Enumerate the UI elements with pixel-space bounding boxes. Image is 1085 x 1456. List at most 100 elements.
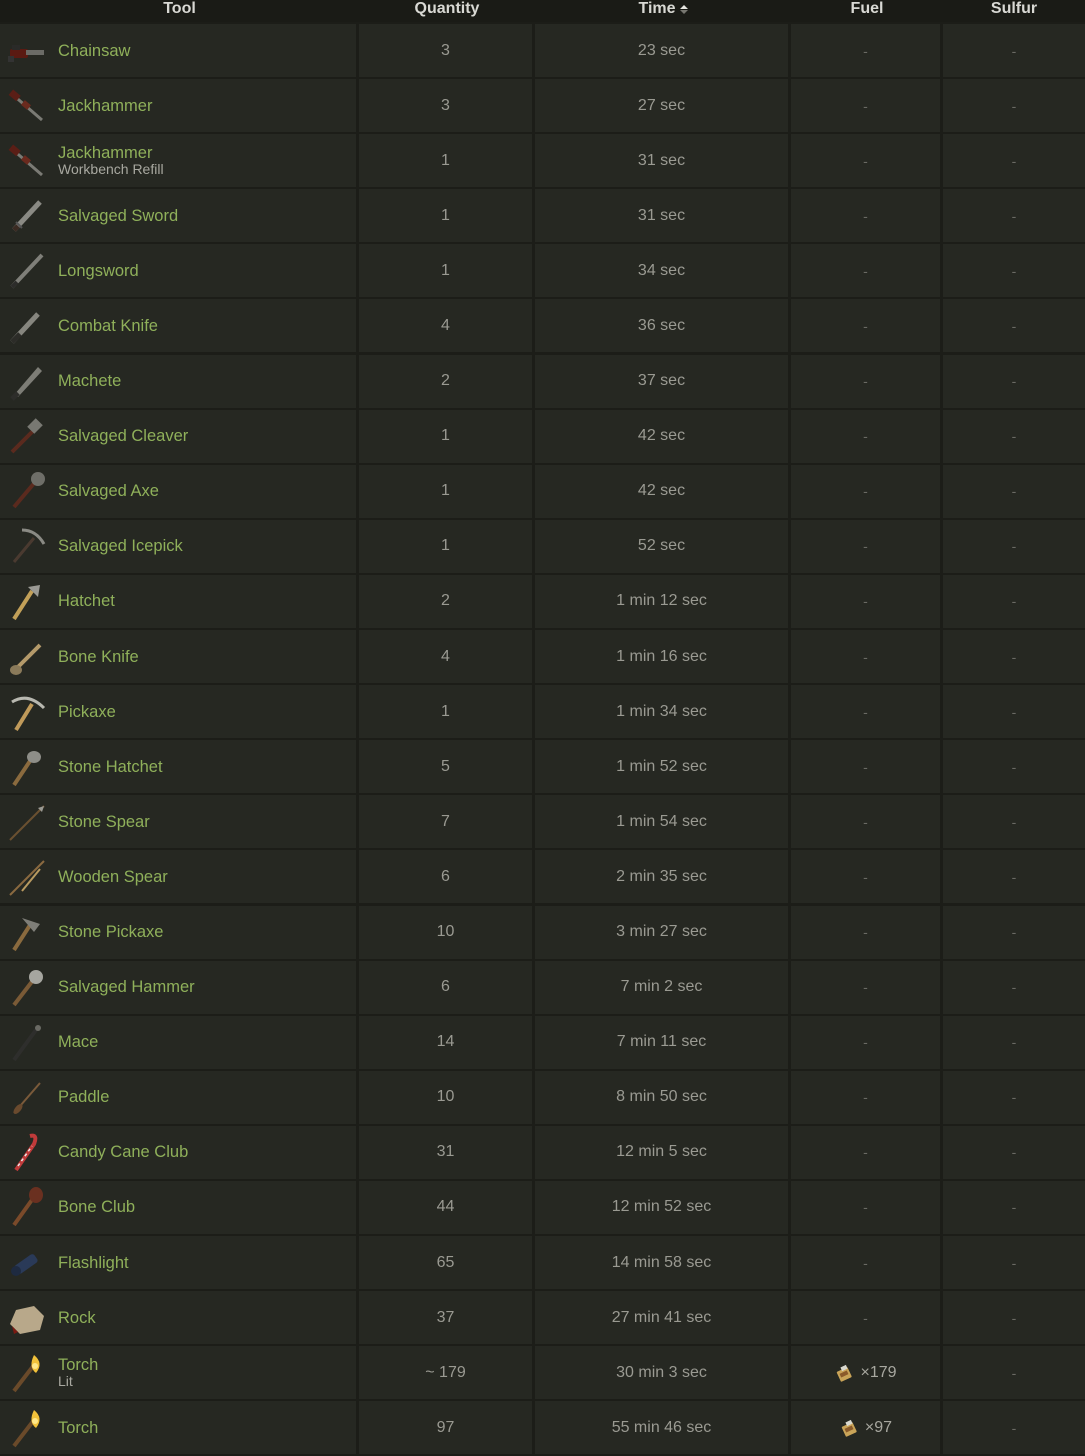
tool-name-link[interactable]: Torch — [58, 1356, 98, 1374]
tool-name-block: Hatchet — [58, 592, 115, 610]
table-row: Torch 97 55 min 46 sec ×97 - — [0, 1399, 1085, 1455]
tool-name-link[interactable]: Longsword — [58, 262, 139, 280]
stone-spear-icon[interactable] — [4, 800, 48, 844]
tool-name-link[interactable]: Stone Pickaxe — [58, 923, 163, 941]
tool-cell: Bone Club — [0, 1180, 359, 1234]
fuel-value: - — [863, 813, 868, 830]
hammer-icon[interactable] — [4, 965, 48, 1009]
sword-icon[interactable] — [4, 194, 48, 238]
axe-icon[interactable] — [4, 469, 48, 513]
table-row: Bone Knife 4 1 min 16 sec - - — [0, 628, 1085, 684]
jackhammer-icon[interactable] — [4, 139, 48, 183]
tool-name-block: Pickaxe — [58, 703, 116, 721]
chainsaw-icon[interactable] — [4, 29, 48, 73]
sulfur-value: - — [1011, 97, 1017, 114]
tool-name-link[interactable]: Rock — [58, 1309, 96, 1327]
fuel-value: - — [863, 262, 868, 279]
quantity-cell: 2 — [359, 354, 535, 408]
tool-cell: Salvaged Axe — [0, 464, 359, 518]
time-cell: 12 min 5 sec — [535, 1125, 791, 1179]
tool-name-link[interactable]: Combat Knife — [58, 317, 158, 335]
column-header-fuel[interactable]: Fuel — [791, 0, 943, 22]
mace-icon[interactable] — [4, 1020, 48, 1064]
tool-cell: Machete — [0, 354, 359, 408]
quantity-value: ~ 179 — [425, 1363, 466, 1381]
tool-name-link[interactable]: Mace — [58, 1033, 98, 1051]
sulfur-value: - — [1011, 152, 1017, 169]
column-header-sulfur-label: Sulfur — [990, 0, 1038, 17]
tool-name-link[interactable]: Bone Knife — [58, 648, 139, 666]
tool-name-link[interactable]: Bone Club — [58, 1198, 135, 1216]
bone-knife-icon[interactable] — [4, 635, 48, 679]
icepick-icon[interactable] — [4, 524, 48, 568]
tool-name-block: Jackhammer — [58, 97, 152, 115]
flashlight-icon[interactable] — [4, 1241, 48, 1285]
torch-icon[interactable] — [4, 1406, 48, 1450]
tool-name-link[interactable]: Jackhammer — [58, 144, 164, 162]
time-value: 55 min 46 sec — [611, 1418, 712, 1436]
fuel-cell: - — [791, 1070, 943, 1124]
tool-name-link[interactable]: Pickaxe — [58, 703, 116, 721]
column-header-tool[interactable]: Tool — [0, 0, 359, 22]
column-header-time[interactable]: Time — [535, 0, 791, 22]
quantity-cell: 14 — [359, 1015, 535, 1069]
tool-name-block: Salvaged Axe — [58, 482, 159, 500]
tool-name-link[interactable]: Jackhammer — [58, 97, 152, 115]
tool-name-link[interactable]: Hatchet — [58, 592, 115, 610]
paddle-icon[interactable] — [4, 1075, 48, 1119]
tool-cell: Wooden Spear — [0, 850, 359, 904]
quantity-value: 10 — [436, 923, 455, 940]
hatchet-icon[interactable] — [4, 579, 48, 623]
tool-name-link[interactable]: Flashlight — [58, 1254, 129, 1272]
table-row: Paddle 10 8 min 50 sec - - — [0, 1069, 1085, 1124]
sulfur-cell: - — [943, 134, 1085, 188]
tool-name-link[interactable]: Torch — [58, 1419, 98, 1437]
candy-cane-icon[interactable] — [4, 1130, 48, 1174]
knife-icon[interactable] — [4, 304, 48, 348]
tool-name-link[interactable]: Salvaged Hammer — [58, 978, 195, 996]
quantity-cell: 1 — [359, 189, 535, 243]
rock-icon[interactable] — [4, 1296, 48, 1340]
tool-name-link[interactable]: Paddle — [58, 1088, 109, 1106]
tool-name-link[interactable]: Machete — [58, 372, 121, 390]
tool-name-link[interactable]: Wooden Spear — [58, 868, 168, 886]
bone-club-icon[interactable] — [4, 1185, 48, 1229]
cleaver-icon[interactable] — [4, 414, 48, 458]
sulfur-value: - — [1011, 1034, 1017, 1051]
tool-name-link[interactable]: Stone Hatchet — [58, 758, 163, 776]
tool-name-block: Salvaged Sword — [58, 207, 178, 225]
machete-icon[interactable] — [4, 359, 48, 403]
column-header-quantity[interactable]: Quantity — [359, 0, 535, 22]
tool-cell: Stone Hatchet — [0, 740, 359, 794]
time-cell: 30 min 3 sec — [535, 1346, 791, 1400]
sulfur-value: - — [1011, 373, 1017, 390]
tool-cell: Mace — [0, 1015, 359, 1069]
tool-name-link[interactable]: Stone Spear — [58, 813, 150, 831]
tool-name-link[interactable]: Chainsaw — [58, 42, 130, 60]
stone-pickaxe-icon[interactable] — [4, 910, 48, 954]
quantity-cell: 44 — [359, 1180, 535, 1234]
column-header-sulfur[interactable]: Sulfur — [943, 0, 1085, 22]
fuel-cell: - — [791, 574, 943, 628]
torch-icon[interactable] — [4, 1351, 48, 1395]
fuel-amount: ×179 — [834, 1362, 897, 1384]
quantity-value: 44 — [436, 1198, 455, 1216]
fuel-cell: - — [791, 685, 943, 739]
time-cell: 14 min 58 sec — [535, 1236, 791, 1290]
stone-hatchet-icon[interactable] — [4, 745, 48, 789]
wooden-spear-icon[interactable] — [4, 855, 48, 899]
fuel-value: - — [863, 317, 868, 334]
sulfur-cell: - — [943, 189, 1085, 243]
tool-name-link[interactable]: Candy Cane Club — [58, 1143, 188, 1161]
tool-name-link[interactable]: Salvaged Axe — [58, 482, 159, 500]
tool-name-link[interactable]: Salvaged Icepick — [58, 537, 183, 555]
sulfur-value: - — [1011, 1309, 1017, 1326]
tool-name-link[interactable]: Salvaged Sword — [58, 207, 178, 225]
longsword-icon[interactable] — [4, 249, 48, 293]
quantity-value: 7 — [441, 812, 450, 830]
tool-name-link[interactable]: Salvaged Cleaver — [58, 427, 188, 445]
quantity-value: 2 — [441, 592, 450, 610]
fuel-count: ×97 — [864, 1418, 893, 1436]
pickaxe-icon[interactable] — [4, 690, 48, 734]
jackhammer-icon[interactable] — [4, 84, 48, 128]
